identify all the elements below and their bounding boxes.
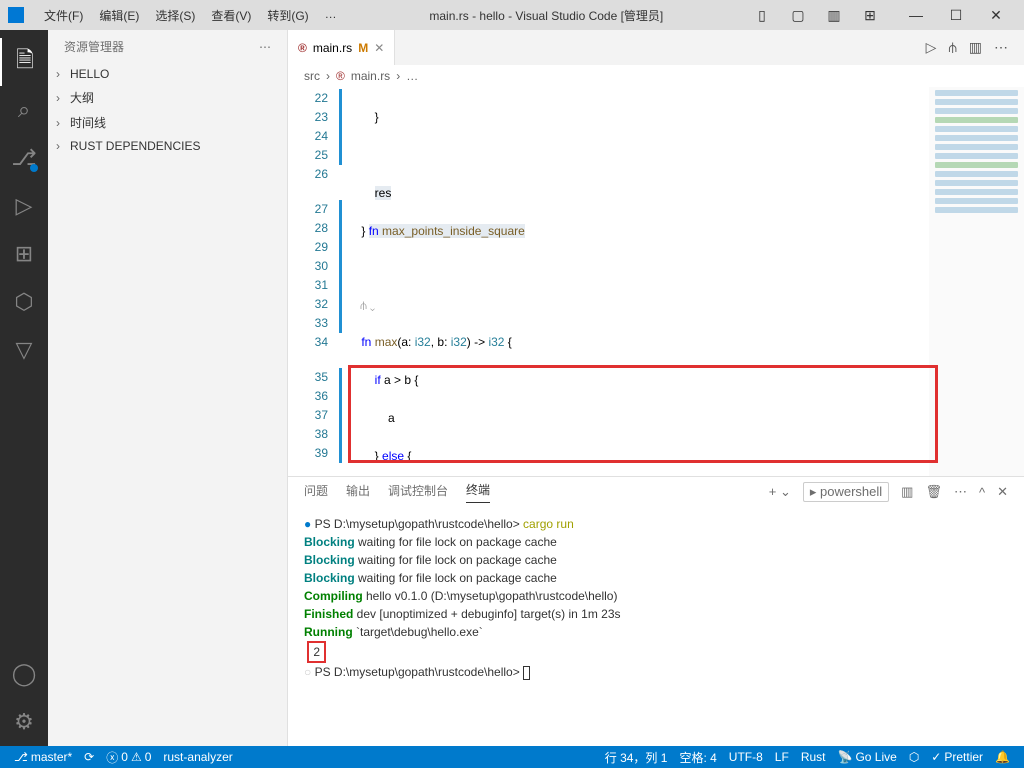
close-panel-icon[interactable]: ✕ (997, 484, 1008, 500)
editor-area: ® main.rs M ✕ ▷ ⫛ ▥ ⋯ src › ® main.rs › … (288, 30, 1024, 746)
account-icon[interactable]: ◯ (0, 650, 48, 698)
rust-icon[interactable]: ⬡ (0, 278, 48, 326)
window-title: main.rs - hello - Visual Studio Code [管理… (345, 7, 748, 24)
output-highlight: 2 (307, 641, 326, 663)
status-branch[interactable]: ⎇ master* (8, 746, 78, 768)
menu-goto[interactable]: 转到(G) (259, 3, 316, 28)
breadcrumb-more[interactable]: … (406, 69, 418, 83)
tab-main-rs[interactable]: ® main.rs M ✕ (288, 30, 395, 65)
kill-terminal-icon[interactable]: 🗑 (925, 484, 942, 500)
run-file-icon[interactable]: ▷ (926, 39, 937, 56)
code-content[interactable]: } res } fn max_points_inside_square ⫛ ⌄ … (348, 87, 929, 476)
sidebar-item-outline[interactable]: 大纲 (48, 85, 287, 110)
code-editor[interactable]: 22 23 24 25 26 27 28 29 30 31 32 33 34 3… (288, 87, 1024, 476)
status-prettier[interactable]: ✓ Prettier (925, 746, 989, 768)
status-rust-icon[interactable]: ⬡ (903, 746, 925, 768)
status-golive[interactable]: 📡 Go Live (832, 746, 903, 768)
status-bell-icon[interactable]: 🔔 (989, 746, 1016, 768)
breadcrumb-src[interactable]: src (304, 69, 320, 83)
breadcrumb[interactable]: src › ® main.rs › … (288, 65, 1024, 87)
source-action-icon[interactable]: ⫛ (948, 39, 956, 56)
sidebar-item-rustdeps[interactable]: RUST DEPENDENCIES (48, 135, 287, 157)
modified-indicator: M (358, 41, 368, 55)
tab-close-icon[interactable]: ✕ (374, 41, 384, 55)
source-control-icon[interactable]: ⎇ (0, 134, 48, 182)
line-gutter: 22 23 24 25 26 27 28 29 30 31 32 33 34 3… (288, 87, 348, 476)
menu-file[interactable]: 文件(F) (36, 3, 91, 28)
status-lang[interactable]: Rust (795, 746, 832, 768)
toggle-sidebar-icon[interactable]: ▢ (784, 7, 812, 24)
status-sync[interactable]: ⟳ (78, 746, 100, 768)
breadcrumb-file[interactable]: main.rs (351, 69, 390, 83)
status-problems[interactable]: ⓧ 0 ⚠ 0 (100, 746, 157, 768)
editor-more-icon[interactable]: ⋯ (994, 39, 1008, 56)
vscode-logo-icon (8, 7, 24, 23)
bookmark-icon[interactable]: ▽ (0, 326, 48, 374)
panel-more-icon[interactable]: ⋯ (954, 484, 967, 500)
sidebar-title: 资源管理器 (64, 38, 124, 55)
menu-edit[interactable]: 编辑(E) (91, 3, 147, 28)
status-bar: ⎇ master* ⟳ ⓧ 0 ⚠ 0 rust-analyzer 行 34，列… (0, 746, 1024, 768)
sidebar: 资源管理器 ⋯ HELLO 大纲 时间线 RUST DEPENDENCIES (48, 30, 288, 746)
minimize-button[interactable]: — (896, 7, 936, 24)
close-button[interactable]: ✕ (976, 7, 1016, 24)
status-encoding[interactable]: UTF-8 (723, 746, 769, 768)
menu-view[interactable]: 查看(V) (203, 3, 259, 28)
panel-tab-terminal[interactable]: 终端 (466, 481, 490, 503)
explorer-icon[interactable]: 🗎 (0, 38, 48, 86)
toggle-panel-icon[interactable]: ▯ (748, 7, 776, 24)
run-debug-icon[interactable]: ▷ (0, 182, 48, 230)
maximize-panel-icon[interactable]: ^ (979, 485, 985, 500)
rust-file-icon: ® (336, 69, 345, 83)
minimap[interactable] (929, 87, 1024, 476)
search-icon[interactable]: ⌕ (0, 86, 48, 134)
status-spaces[interactable]: 空格: 4 (673, 746, 722, 768)
terminal-shell-label[interactable]: ▸ powershell (803, 482, 889, 502)
layout-icon[interactable]: ▥ (820, 7, 848, 24)
layout-controls: ▯ ▢ ▥ ⊞ (748, 7, 884, 24)
menubar: 文件(F) 编辑(E) 选择(S) 查看(V) 转到(G) … (36, 3, 345, 28)
menu-select[interactable]: 选择(S) (147, 3, 203, 28)
sidebar-more-icon[interactable]: ⋯ (259, 40, 271, 54)
sidebar-item-hello[interactable]: HELLO (48, 63, 287, 85)
panel-tab-problems[interactable]: 问题 (304, 482, 328, 503)
menu-more[interactable]: … (317, 3, 345, 28)
split-terminal-icon[interactable]: ▥ (901, 484, 913, 500)
panel-tab-debugconsole[interactable]: 调试控制台 (388, 482, 448, 503)
bottom-panel: 问题 输出 调试控制台 终端 + ⌄ ▸ powershell ▥ 🗑 ⋯ ^ … (288, 476, 1024, 746)
status-cursor[interactable]: 行 34，列 1 (599, 746, 674, 768)
status-eol[interactable]: LF (769, 746, 795, 768)
split-editor-icon[interactable]: ▥ (969, 39, 982, 56)
customize-layout-icon[interactable]: ⊞ (856, 7, 884, 24)
status-analyzer[interactable]: rust-analyzer (157, 746, 238, 768)
activity-bar: 🗎 ⌕ ⎇ ▷ ⊞ ⬡ ▽ ◯ ⚙ (0, 30, 48, 746)
new-terminal-icon[interactable]: + ⌄ (769, 484, 791, 500)
panel-tab-output[interactable]: 输出 (346, 482, 370, 503)
titlebar: 文件(F) 编辑(E) 选择(S) 查看(V) 转到(G) … main.rs … (0, 0, 1024, 30)
editor-tabs: ® main.rs M ✕ ▷ ⫛ ▥ ⋯ (288, 30, 1024, 65)
rust-file-icon: ® (298, 41, 307, 55)
tab-label: main.rs (313, 41, 352, 55)
extensions-icon[interactable]: ⊞ (0, 230, 48, 278)
sidebar-item-timeline[interactable]: 时间线 (48, 110, 287, 135)
settings-icon[interactable]: ⚙ (0, 698, 48, 746)
terminal[interactable]: ● PS D:\mysetup\gopath\rustcode\hello> c… (288, 507, 1024, 746)
maximize-button[interactable]: ☐ (936, 7, 976, 24)
